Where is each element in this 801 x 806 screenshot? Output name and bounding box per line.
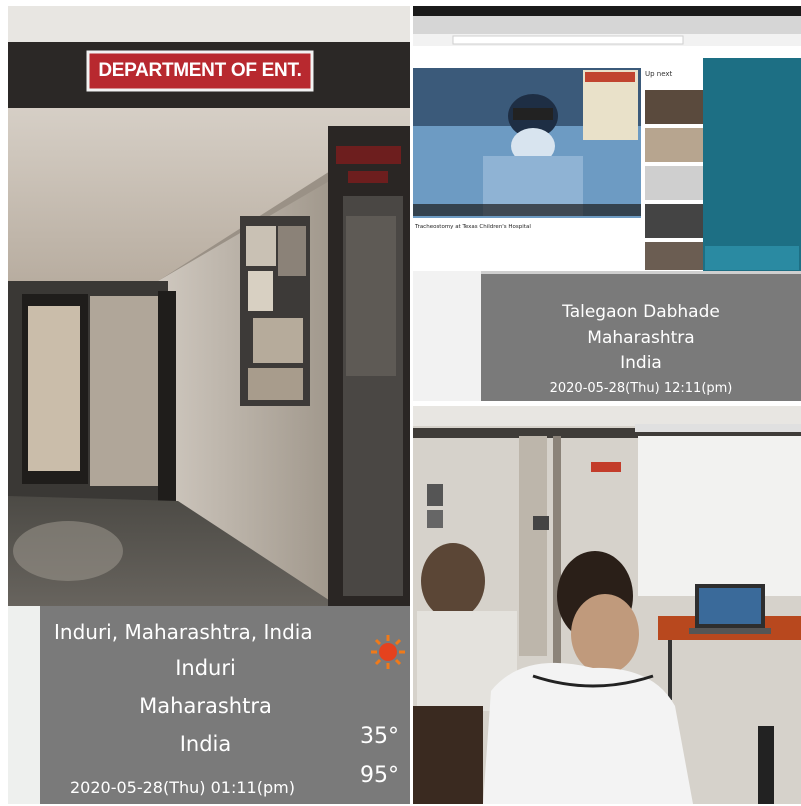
corridor-photo: DEPARTMENT OF ENT. Induri, Maharashtra, … xyxy=(8,6,410,804)
address-line: Induri, Maharashtra, India xyxy=(54,620,313,644)
corridor-scene xyxy=(8,6,410,804)
up-next-label: Up next xyxy=(645,70,673,78)
country-text: India xyxy=(179,732,232,756)
sign-text: DEPARTMENT OF ENT. xyxy=(98,60,302,81)
sun-icon xyxy=(371,635,405,669)
state-text: Maharashtra xyxy=(139,694,272,718)
datetime-text: 2020-05-28(Thu) 01:11(pm) xyxy=(70,778,295,797)
tr-datetime: 2020-05-28(Thu) 12:11(pm) xyxy=(549,381,733,396)
tr-country: India xyxy=(620,353,662,373)
temperature-f: 95° xyxy=(360,763,399,788)
temperature-c: 35° xyxy=(360,724,399,749)
classroom-photo xyxy=(413,406,801,804)
classroom-red-sign xyxy=(591,462,621,472)
tr-city: Talegaon Dabhade xyxy=(562,302,720,322)
video-title: Tracheostomy at Texas Children's Hospita… xyxy=(415,224,531,230)
tr-state: Maharashtra xyxy=(587,328,695,348)
laptop-screen-photo: Up next Tracheostomy at Texas Children's… xyxy=(413,6,801,401)
city-text: Induri xyxy=(175,656,236,680)
